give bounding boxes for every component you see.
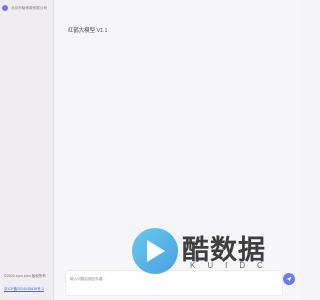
brand[interactable]: 北京市勉桦政有限公司	[2, 5, 47, 11]
input-placeholder: 输入问题后按回车键...	[70, 277, 106, 281]
brand-logo-icon	[2, 5, 8, 11]
icp-link[interactable]: 京ICP备2024045678号-1	[4, 287, 44, 292]
send-button[interactable]	[283, 273, 295, 285]
copyright-text: ©2024 xyxx.com 版权所有	[4, 274, 46, 278]
brand-name: 北京市勉桦政有限公司	[11, 5, 47, 10]
watermark-play-triangle	[147, 240, 165, 262]
send-icon	[286, 276, 292, 282]
sidebar: 北京市勉桦政有限公司 ©2024 xyxx.com 版权所有 京ICP备2024…	[0, 0, 54, 300]
page-title: 红鹤大模型 V1.1	[68, 28, 108, 34]
watermark-logo: 酷数据 KUIDC	[132, 222, 282, 277]
watermark-sub: KUIDC	[190, 261, 275, 270]
